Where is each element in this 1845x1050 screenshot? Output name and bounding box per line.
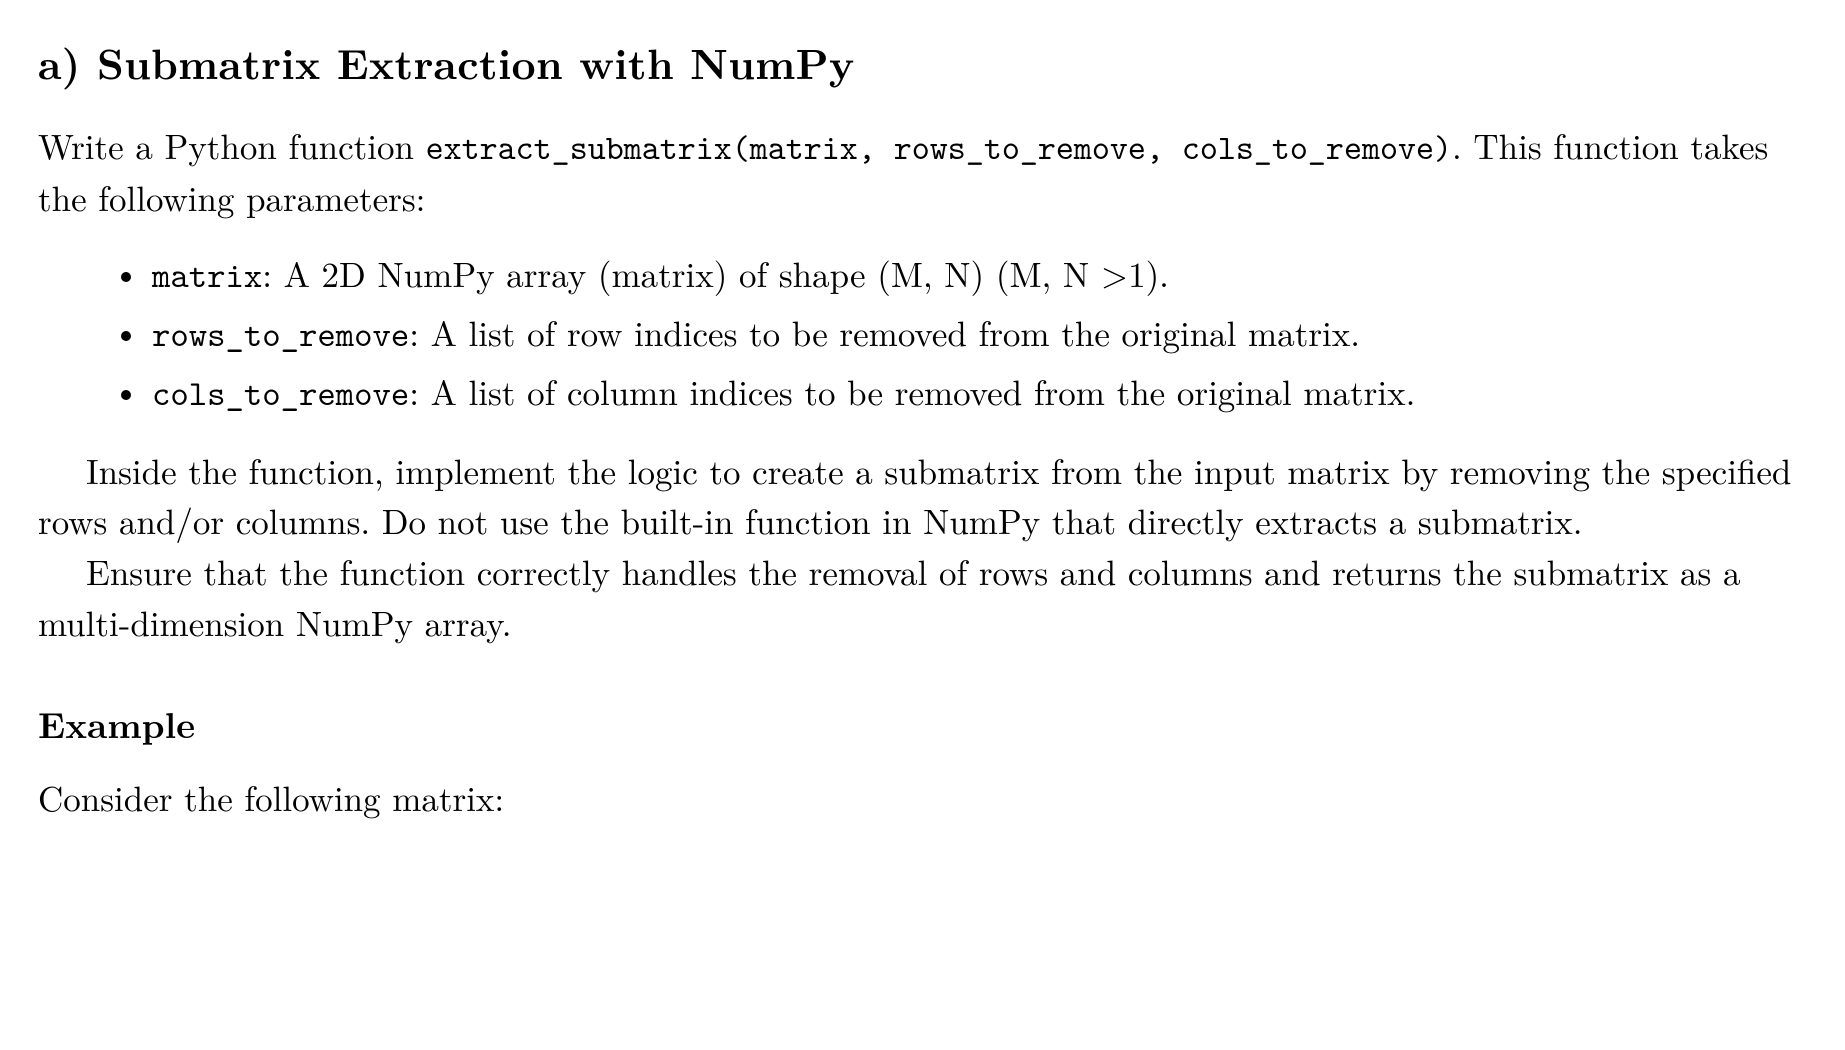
example-heading: Example [38, 697, 1807, 749]
intro-text-pre: Write a Python function [38, 121, 426, 170]
param-desc: : A list of row indices to be removed fr… [409, 308, 1360, 357]
body-paragraph-1: Inside the function, implement the logic… [38, 446, 1807, 548]
list-item: cols_to_remove: A list of column indices… [148, 367, 1807, 420]
param-name: rows_to_remove [152, 311, 409, 358]
parameter-list: matrix: A 2D NumPy array (matrix) of sha… [38, 249, 1807, 419]
function-signature: extract_submatrix(matrix, rows_to_remove… [426, 124, 1452, 170]
param-desc: : A 2D NumPy array (matrix) of shape (M,… [262, 249, 1169, 298]
list-item: matrix: A 2D NumPy array (matrix) of sha… [148, 249, 1807, 302]
param-name: cols_to_remove [152, 370, 409, 417]
intro-paragraph: Write a Python function extract_submatri… [38, 121, 1807, 223]
param-desc: : A list of column indices to be removed… [409, 367, 1415, 416]
document-page: a) Submatrix Extraction with NumPy Write… [0, 0, 1845, 1050]
section-heading: a) Submatrix Extraction with NumPy [38, 32, 1807, 93]
param-name: matrix [152, 252, 262, 299]
example-lead: Consider the following matrix: [38, 773, 1807, 824]
list-item: rows_to_remove: A list of row indices to… [148, 308, 1807, 361]
body-paragraph-2: Ensure that the function correctly handl… [38, 547, 1807, 649]
